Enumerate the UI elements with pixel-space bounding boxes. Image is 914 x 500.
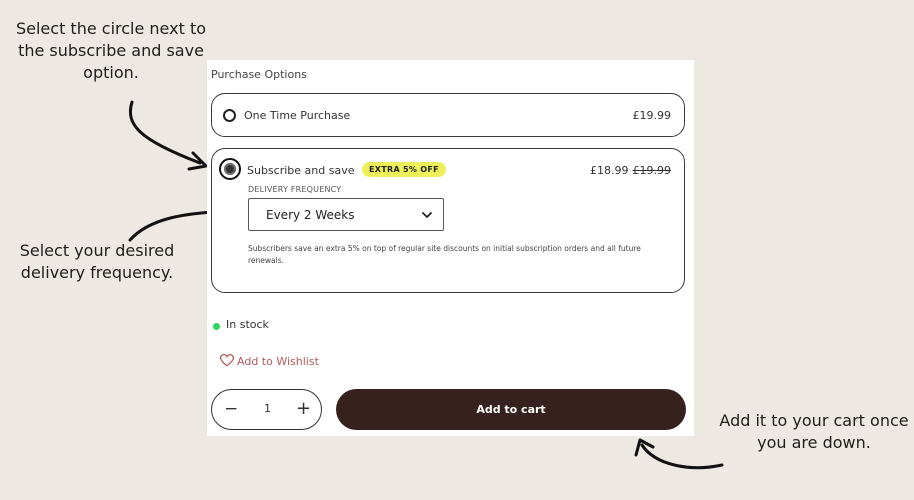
one-time-label: One Time Purchase <box>244 109 351 122</box>
one-time-price: £19.99 <box>632 109 672 122</box>
stock-status: In stock <box>226 318 269 331</box>
one-time-radio[interactable] <box>223 109 236 122</box>
subscribe-radio[interactable] <box>219 158 241 180</box>
heart-icon[interactable] <box>220 354 234 367</box>
subscribe-label: Subscribe and save <box>247 164 355 177</box>
subscribe-current-price: £18.99 <box>590 164 629 177</box>
subscribe-old-price: £19.99 <box>632 164 672 177</box>
chevron-down-icon <box>422 212 432 218</box>
radio-selected-dot <box>224 163 236 175</box>
subscribe-and-save-option[interactable]: Subscribe and save EXTRA 5% OFF £18.99 £1… <box>211 148 685 293</box>
increase-quantity-button[interactable]: + <box>296 398 311 419</box>
quantity-value[interactable]: 1 <box>264 402 271 415</box>
cart-arrow <box>640 443 724 470</box>
purchase-panel: Purchase Options One Time Purchase £19.9… <box>207 60 694 436</box>
stock-status-dot <box>213 323 220 330</box>
discount-badge: EXTRA 5% OFF <box>362 162 446 177</box>
quantity-stepper: − 1 + <box>211 389 322 430</box>
add-to-cart-button[interactable]: Add to cart <box>336 389 686 430</box>
subscription-info-text: Subscribers save an extra 5% on top of r… <box>248 244 641 265</box>
add-to-wishlist-link[interactable]: Add to Wishlist <box>237 355 319 368</box>
delivery-frequency-label: DELIVERY FREQUENCY <box>248 185 342 194</box>
decrease-quantity-button[interactable]: − <box>224 399 238 419</box>
one-time-purchase-option[interactable]: One Time Purchase £19.99 <box>211 93 685 137</box>
radio-arrow <box>129 100 202 165</box>
delivery-frequency-select[interactable]: Every 2 Weeks <box>248 198 444 231</box>
subscribe-price: £18.99 £19.99 <box>590 164 671 177</box>
purchase-options-heading: Purchase Options <box>211 68 307 81</box>
delivery-frequency-value: Every 2 Weeks <box>266 208 355 222</box>
